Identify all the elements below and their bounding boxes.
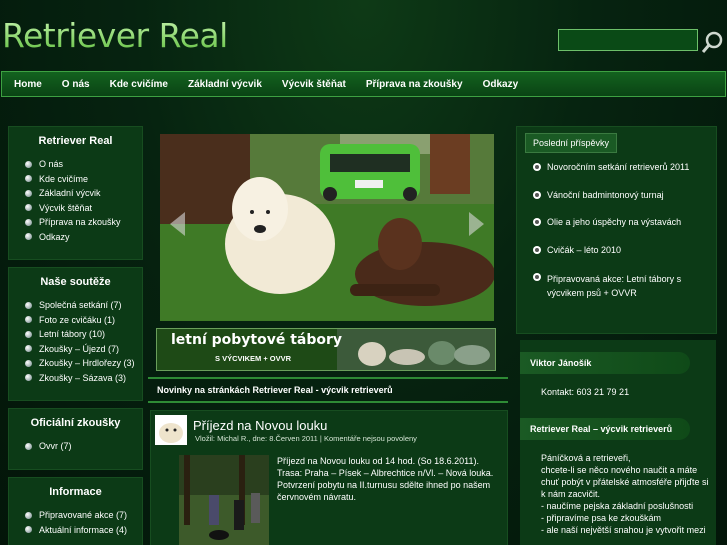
bullet-icon	[25, 359, 32, 367]
sidebar-item[interactable]: Výcvik štěňat	[25, 201, 142, 216]
bullet-icon	[25, 175, 32, 183]
contact-panel: Viktor Jánošík Kontakt: 603 21 79 21	[520, 340, 716, 410]
recent-posts-box: Poslední příspěvky Novoročním setkání re…	[516, 126, 717, 334]
bullet-icon	[25, 189, 32, 197]
nav-vycvik-stenat[interactable]: Výcvik štěňat	[282, 79, 346, 90]
bullet-icon	[25, 301, 32, 309]
banner-subtitle: S VÝCVIKEM + OVVR	[215, 354, 292, 363]
banner-title: letní pobytové tábory	[171, 332, 343, 348]
news-heading: Novinky na stránkách Retriever Real - vý…	[148, 377, 508, 403]
nav-zakladni-vycvik[interactable]: Základní výcvik	[188, 79, 262, 90]
bullet-icon	[25, 442, 32, 450]
sidebar-item[interactable]: Zkoušky – Sázava (3)	[25, 371, 142, 386]
post-meta: Vložil: Michal R., dne: 8.Červen 2011 | …	[195, 434, 417, 443]
sidebar-exams-title: Oficiální zkoušky	[30, 417, 121, 429]
bullet-icon	[25, 526, 32, 534]
sidebar-item[interactable]: Kde cvičíme	[25, 172, 142, 187]
recent-post-item[interactable]: Cvičák – léto 2010	[525, 244, 711, 272]
about-title: Retriever Real – výcvik retrieverů	[520, 418, 690, 440]
nav-home[interactable]: Home	[14, 79, 42, 90]
slider-photo[interactable]	[160, 134, 494, 321]
main-nav: Home O nás Kde cvičíme Základní výcvik V…	[1, 71, 726, 97]
contact-name: Viktor Jánošík	[520, 352, 690, 374]
bullet-icon	[25, 204, 32, 212]
author-avatar	[155, 415, 187, 445]
sidebar-contests-title: Naše soutěže	[40, 276, 111, 288]
tab-recent-posts[interactable]: Poslední příspěvky	[525, 133, 617, 153]
sidebar-item[interactable]: Letní tábory (10)	[25, 327, 142, 342]
search-input[interactable]	[558, 29, 698, 51]
sidebar-item[interactable]: Aktuální informace (4)	[25, 523, 142, 538]
bullet-icon	[25, 511, 32, 519]
sidebar-info-box: Informace Připravované akce (7) Aktuální…	[8, 477, 143, 545]
search-icon[interactable]	[702, 30, 724, 54]
recent-post-item[interactable]: Novoročním setkání retrieverů 2011	[525, 161, 711, 189]
sidebar-item[interactable]: Ovvr (7)	[25, 439, 142, 454]
bullet-icon	[25, 330, 32, 338]
bullet-icon	[533, 218, 541, 226]
dogs-photo	[160, 134, 494, 321]
about-panel: Retriever Real – výcvik retrieverů Páníč…	[520, 410, 716, 545]
bullet-icon	[25, 160, 32, 168]
sidebar-item[interactable]: Zkoušky – Hrdlořezy (3)	[25, 356, 142, 371]
bullet-icon	[25, 316, 32, 324]
about-text: Páníčková a retrieveři, chcete-li se něc…	[541, 453, 709, 535]
nav-priprava[interactable]: Příprava na zkoušky	[366, 79, 463, 90]
nav-kde-cvicime[interactable]: Kde cvičíme	[110, 79, 168, 90]
sidebar-info-title: Informace	[49, 486, 102, 498]
sidebar-item[interactable]: Základní výcvik	[25, 186, 142, 201]
bullet-icon	[533, 190, 541, 199]
bullet-icon	[25, 218, 32, 226]
sidebar-main-title: Retriever Real	[38, 135, 113, 147]
sidebar-item[interactable]: O nás	[25, 157, 142, 172]
post-photo[interactable]	[179, 455, 269, 545]
recent-post-item[interactable]: Olie a jeho úspěchy na výstavách	[525, 216, 711, 244]
recent-post-item[interactable]: Připravovaná akce: Letní tábory s výcvike…	[525, 271, 711, 300]
bullet-icon	[533, 245, 541, 254]
recent-post-item[interactable]: Vánoční badmintonový turnaj	[525, 189, 711, 217]
sidebar-main-box: Retriever Real O nás Kde cvičíme Základn…	[8, 126, 143, 260]
sidebar-item[interactable]: Připravované akce (7)	[25, 508, 142, 523]
sidebar-item[interactable]: Odkazy	[25, 230, 142, 245]
summer-camp-banner[interactable]: letní pobytové tábory S VÝCVIKEM + OVVR	[156, 328, 496, 371]
sidebar-item[interactable]: Foto ze cvičáku (1)	[25, 313, 142, 328]
sidebar-item[interactable]: Společná setkání (7)	[25, 298, 142, 313]
bullet-icon	[25, 233, 32, 241]
sidebar-exams-box: Oficiální zkoušky Ovvr (7)	[8, 408, 143, 470]
post-body: Příjezd na Novou louku od 14 hod. (So 18…	[277, 456, 494, 502]
sidebar-item[interactable]: Příprava na zkoušky	[25, 215, 142, 230]
site-title[interactable]: Retriever Real	[2, 16, 228, 55]
blog-post: Příjezd na Novou louku Vložil: Michal R.…	[150, 410, 508, 545]
nav-odkazy[interactable]: Odkazy	[483, 79, 519, 90]
bullet-icon	[25, 345, 32, 353]
bullet-icon	[533, 163, 541, 171]
sidebar-item[interactable]: Zkoušky – Újezd (7)	[25, 342, 142, 357]
nav-o-nas[interactable]: O nás	[62, 79, 90, 90]
bullet-icon	[533, 273, 541, 281]
bullet-icon	[25, 374, 32, 382]
post-title[interactable]: Příjezd na Novou louku	[193, 418, 327, 433]
contact-phone: Kontakt: 603 21 79 21	[541, 387, 630, 397]
sidebar-contests-box: Naše soutěže Společná setkání (7) Foto z…	[8, 267, 143, 401]
